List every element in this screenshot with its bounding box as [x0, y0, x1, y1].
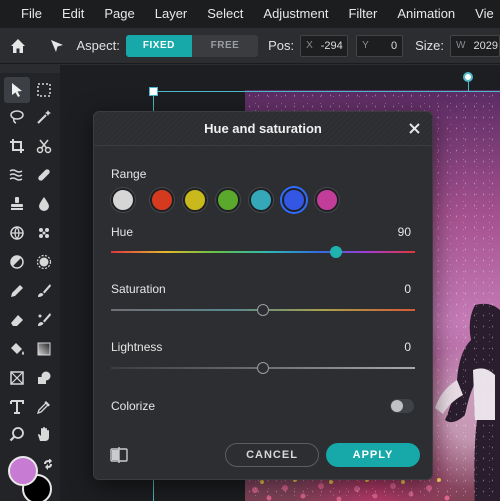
compare-split-icon[interactable]	[110, 447, 128, 463]
crop-tool-icon[interactable]	[4, 133, 30, 159]
dialog-header: Hue and saturation	[94, 112, 432, 146]
pos-x-value: -294	[320, 39, 343, 52]
size-w-value: 2029	[473, 39, 498, 52]
pos-y-field[interactable]: Y 0	[356, 34, 404, 57]
menu-view[interactable]: Vie	[465, 0, 500, 28]
menu-file[interactable]: File	[0, 0, 52, 28]
text-tool-icon[interactable]	[4, 394, 30, 420]
stamp-tool-icon[interactable]	[4, 191, 30, 217]
options-bar: Aspect: FIXED FREE Pos: X -294 Y 0 Size:…	[0, 28, 500, 64]
hand-tool-icon[interactable]	[31, 421, 57, 447]
brush-tool-icon[interactable]	[31, 278, 57, 304]
bandage-tool-icon[interactable]	[31, 162, 57, 188]
pos-y-value: 0	[390, 39, 398, 52]
size-w-prefix: W	[456, 40, 466, 51]
range-color-swatch[interactable]	[249, 188, 273, 212]
colorize-toggle[interactable]	[390, 399, 414, 413]
zoom-tool-icon[interactable]	[4, 421, 30, 447]
magic-wand-icon[interactable]	[31, 104, 57, 130]
aspect-free-button[interactable]: FREE	[191, 34, 259, 57]
blur-drop-icon[interactable]	[31, 191, 57, 217]
colorize-label: Colorize	[111, 399, 156, 413]
menu-edit[interactable]: Edit	[52, 0, 94, 28]
saturation-value: 0	[404, 282, 411, 296]
range-color-swatch[interactable]	[183, 188, 207, 212]
dialog-title: Hue and saturation	[204, 121, 322, 136]
range-color-swatch[interactable]	[282, 188, 306, 212]
shape-tool-icon[interactable]	[31, 365, 57, 391]
globe-tool-icon[interactable]	[4, 220, 30, 246]
pos-y-prefix: Y	[362, 40, 369, 51]
eraser-tool-icon[interactable]	[4, 307, 30, 333]
replace-brush-icon[interactable]	[31, 307, 57, 333]
lightness-label: Lightness	[111, 340, 163, 354]
range-label: Range	[111, 167, 147, 181]
hue-saturation-dialog: Hue and saturation Range Hue 90 Saturati…	[93, 111, 433, 480]
range-color-swatch[interactable]	[111, 188, 135, 212]
colorize-toggle-knob	[391, 400, 403, 412]
scissors-icon[interactable]	[31, 133, 57, 159]
app-window: File Edit Page Layer Select Adjustment F…	[0, 0, 500, 501]
select-tool-icon[interactable]	[4, 77, 30, 103]
pencil-tool-icon[interactable]	[4, 278, 30, 304]
menu-bar: File Edit Page Layer Select Adjustment F…	[0, 0, 500, 28]
pos-x-field[interactable]: X -294	[300, 34, 349, 57]
aspect-toggle: FIXED FREE	[125, 34, 259, 57]
hue-slider-track[interactable]	[111, 251, 415, 253]
foreground-color-swatch[interactable]	[8, 456, 38, 486]
menu-animation[interactable]: Animation	[387, 0, 465, 28]
lasso-tool-icon[interactable]	[4, 104, 30, 130]
menu-layer[interactable]: Layer	[145, 0, 198, 28]
menu-filter[interactable]: Filter	[338, 0, 387, 28]
hue-slider-thumb[interactable]	[329, 246, 342, 258]
close-icon[interactable]	[406, 120, 422, 136]
saturation-label: Saturation	[111, 282, 166, 296]
hue-value: 90	[397, 225, 411, 239]
eyedropper-tool-icon[interactable]	[31, 394, 57, 420]
menu-adjustment[interactable]: Adjustment	[253, 0, 338, 28]
selection-top-edge	[153, 91, 500, 92]
marquee-tool-icon[interactable]	[31, 77, 57, 103]
hue-label: Hue	[111, 225, 134, 239]
cancel-button[interactable]: CANCEL	[225, 443, 319, 467]
gradient-tool-icon[interactable]	[31, 336, 57, 362]
menu-page[interactable]: Page	[94, 0, 144, 28]
aspect-label: Aspect:	[76, 38, 120, 53]
size-label: Size:	[415, 38, 445, 53]
size-w-field[interactable]: W 2029	[450, 34, 500, 57]
fill-bucket-icon[interactable]	[4, 336, 30, 362]
pos-x-prefix: X	[306, 40, 313, 51]
range-color-swatch[interactable]	[216, 188, 240, 212]
pos-label: Pos:	[268, 38, 295, 53]
lightness-slider-thumb[interactable]	[257, 362, 269, 374]
dodge-tool-icon[interactable]	[4, 249, 30, 275]
home-icon[interactable]	[4, 32, 31, 60]
rotation-handle[interactable]	[463, 72, 473, 82]
tool-panel	[0, 73, 60, 501]
sponge-tool-icon[interactable]	[31, 249, 57, 275]
dots-tool-icon[interactable]	[31, 220, 57, 246]
liquify-tool-icon[interactable]	[4, 162, 30, 188]
image-frame-icon[interactable]	[4, 365, 30, 391]
apply-button[interactable]: APPLY	[326, 443, 420, 467]
menu-select[interactable]: Select	[197, 0, 253, 28]
lightness-value: 0	[404, 340, 411, 354]
selection-corner-handle[interactable]	[149, 87, 158, 96]
range-color-swatch[interactable]	[315, 188, 339, 212]
aspect-fixed-button[interactable]: FIXED	[125, 34, 192, 57]
move-tool-icon[interactable]	[43, 32, 70, 60]
swap-colors-icon[interactable]	[42, 458, 54, 470]
range-color-swatch[interactable]	[150, 188, 174, 212]
saturation-slider-thumb[interactable]	[257, 304, 269, 316]
